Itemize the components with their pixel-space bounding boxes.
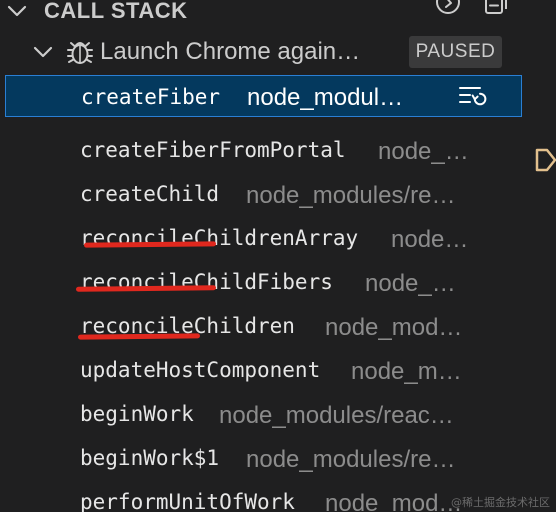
chevron-down-icon[interactable]	[4, 0, 30, 24]
frame-function-name: updateHostComponent	[80, 358, 321, 382]
frame-function-name: beginWork	[80, 402, 194, 426]
frame-source: node_mod…	[325, 314, 463, 341]
stack-frame-beginwork[interactable]: beginWork node_modules/reac…	[0, 392, 556, 436]
status-badge: PAUSED	[409, 36, 502, 68]
section-title: CALL STACK	[44, 0, 188, 23]
frame-source: node_modules/re…	[246, 446, 456, 473]
chevron-down-icon[interactable]	[30, 39, 56, 65]
frame-function-name: performUnitOfWork	[80, 490, 295, 512]
session-name: Launch Chrome again…	[100, 38, 361, 65]
stack-frame-reconcilechildfibers[interactable]: reconcileChildFibers node_…	[0, 260, 556, 304]
stack-frame-createfiber[interactable]: createFiber node_modul…	[5, 75, 522, 117]
stack-frame-reconcilechildren[interactable]: reconcileChildren node_mod…	[0, 304, 556, 348]
watermark: @稀土掘金技术社区	[451, 496, 550, 509]
collapse-all-icon[interactable]	[482, 0, 510, 18]
stack-frame-reconcilechildrenarray[interactable]: reconcileChildrenArray node…	[0, 216, 556, 260]
frame-source: node_modules/reac…	[219, 402, 454, 429]
frame-function-name: beginWork$1	[80, 446, 220, 470]
frame-function-name: createChild	[80, 182, 220, 206]
stack-frame-createchild[interactable]: createChild node_modules/re…	[0, 172, 556, 216]
restart-frame-icon[interactable]	[458, 84, 488, 108]
frame-function-name: createFiber	[81, 84, 221, 109]
stack-frame-updatehostcomponent[interactable]: updateHostComponent node_m…	[0, 348, 556, 392]
frame-source: node_modul…	[247, 84, 404, 111]
step-into-target-icon[interactable]	[434, 0, 462, 18]
stack-frame-createfiberfromportal[interactable]: createFiberFromPortal node_…	[0, 128, 556, 172]
call-stack-panel: CALL STACK Launch Chrome again… PAUSED c…	[0, 0, 556, 512]
debug-session-row[interactable]: Launch Chrome again… PAUSED	[0, 30, 556, 74]
frame-source: node_…	[378, 138, 469, 165]
frame-source: node_m…	[351, 358, 462, 385]
call-stack-header[interactable]: CALL STACK	[0, 0, 556, 30]
frame-source: node_…	[365, 270, 456, 297]
frame-source: node…	[391, 226, 469, 253]
frame-source: node_modules/re…	[246, 182, 456, 209]
breakpoint-marker-icon	[535, 148, 556, 172]
stack-frame-beginwork-1[interactable]: beginWork$1 node_modules/re…	[0, 436, 556, 480]
frame-function-name: createFiberFromPortal	[80, 138, 346, 162]
bug-icon	[67, 42, 93, 64]
